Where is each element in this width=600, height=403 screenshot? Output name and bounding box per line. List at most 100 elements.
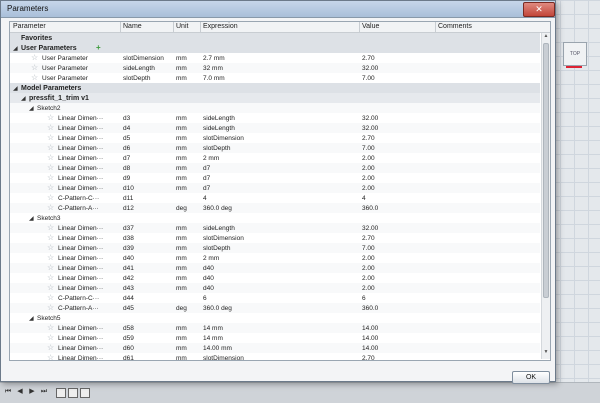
favorite-star-icon[interactable]: ☆ xyxy=(47,303,54,313)
scroll-up-icon[interactable]: ▲ xyxy=(542,33,550,41)
expand-toggle-icon[interactable]: ◢ xyxy=(13,85,18,92)
favorite-star-icon[interactable]: ☆ xyxy=(47,113,54,123)
favorite-star-icon[interactable]: ☆ xyxy=(47,323,54,333)
expression-cell[interactable]: 7.0 mm xyxy=(203,75,225,82)
column-header-unit[interactable]: Unit xyxy=(176,23,188,30)
table-row[interactable]: ☆ Linear Dimen··· d10 mm d7 2.00 xyxy=(10,183,540,193)
column-divider[interactable] xyxy=(173,22,174,32)
table-row[interactable]: ☆ Linear Dimen··· d4 mm sideLength 32.00 xyxy=(10,123,540,133)
table-row[interactable]: ☆ Linear Dimen··· d9 mm d7 2.00 xyxy=(10,173,540,183)
timeline-last-icon[interactable]: ⏭ xyxy=(40,388,48,396)
column-header-name[interactable]: Name xyxy=(123,23,142,30)
expression-cell[interactable]: d40 xyxy=(203,275,214,282)
table-row[interactable]: ☆ Linear Dimen··· d58 mm 14 mm 14.00 xyxy=(10,323,540,333)
favorite-star-icon[interactable]: ☆ xyxy=(47,153,54,163)
table-row[interactable]: ☆ User Parameter slotDepth mm 7.0 mm 7.00 xyxy=(10,73,540,83)
timeline-prev-icon[interactable]: ◀ xyxy=(16,388,24,396)
favorite-star-icon[interactable]: ☆ xyxy=(31,53,38,63)
expand-toggle-icon[interactable]: ◢ xyxy=(29,105,34,112)
section-row[interactable]: ◢ Model Parameters xyxy=(10,83,540,93)
expand-toggle-icon[interactable]: ◢ xyxy=(13,45,18,52)
table-row[interactable]: ☆ Linear Dimen··· d7 mm 2 mm 2.00 xyxy=(10,153,540,163)
expression-cell[interactable]: 14 mm xyxy=(203,335,223,342)
favorite-star-icon[interactable]: ☆ xyxy=(47,193,54,203)
timeline-play-icon[interactable]: ▶ xyxy=(28,388,36,396)
expression-cell[interactable]: 360.0 deg xyxy=(203,305,232,312)
table-row[interactable]: ☆ User Parameter slotDimension mm 2.7 mm 2.70 xyxy=(10,53,540,63)
column-header-parameter[interactable]: Parameter xyxy=(13,23,46,30)
favorite-star-icon[interactable]: ☆ xyxy=(47,253,54,263)
table-row[interactable]: ☆ Linear Dimen··· d5 mm slotDimension 2.70 xyxy=(10,133,540,143)
table-row[interactable]: ☆ C-Pattern-A··· d45 deg 360.0 deg 360.0 xyxy=(10,303,540,313)
table-row[interactable]: ☆ Linear Dimen··· d60 mm 14.00 mm 14.00 xyxy=(10,343,540,353)
scroll-down-icon[interactable]: ▼ xyxy=(542,349,550,357)
column-header-value[interactable]: Value xyxy=(362,23,379,30)
expression-cell[interactable]: 32 mm xyxy=(203,65,223,72)
favorite-star-icon[interactable]: ☆ xyxy=(47,163,54,173)
favorite-star-icon[interactable]: ☆ xyxy=(47,203,54,213)
table-row[interactable]: ☆ Linear Dimen··· d42 mm d40 2.00 xyxy=(10,273,540,283)
expression-cell[interactable]: slotDepth xyxy=(203,245,230,252)
table-row[interactable]: ☆ Linear Dimen··· d43 mm d40 2.00 xyxy=(10,283,540,293)
favorite-star-icon[interactable]: ☆ xyxy=(47,143,54,153)
favorite-star-icon[interactable]: ☆ xyxy=(47,183,54,193)
expression-cell[interactable]: 6 xyxy=(203,295,207,302)
expression-cell[interactable]: d7 xyxy=(203,185,210,192)
expression-cell[interactable]: sideLength xyxy=(203,115,235,122)
expression-cell[interactable]: d7 xyxy=(203,175,210,182)
column-divider[interactable] xyxy=(359,22,360,32)
timeline-feature-icon[interactable] xyxy=(80,388,90,398)
favorite-star-icon[interactable]: ☆ xyxy=(47,263,54,273)
column-divider[interactable] xyxy=(120,22,121,32)
table-row[interactable]: ☆ Linear Dimen··· d6 mm slotDepth 7.00 xyxy=(10,143,540,153)
favorite-star-icon[interactable]: ☆ xyxy=(47,273,54,283)
table-row[interactable]: ☆ Linear Dimen··· d40 mm 2 mm 2.00 xyxy=(10,253,540,263)
table-row[interactable]: ☆ Linear Dimen··· d8 mm d7 2.00 xyxy=(10,163,540,173)
column-divider[interactable] xyxy=(435,22,436,32)
expression-cell[interactable]: d7 xyxy=(203,165,210,172)
favorite-star-icon[interactable]: ☆ xyxy=(47,133,54,143)
subsection-row[interactable]: ◢ pressfit_1_trim v1 xyxy=(10,93,540,103)
title-bar[interactable]: Parameters ✕ xyxy=(1,1,555,18)
expression-cell[interactable]: slotDepth xyxy=(203,145,230,152)
expression-cell[interactable]: 14.00 mm xyxy=(203,345,232,352)
favorite-star-icon[interactable]: ☆ xyxy=(47,173,54,183)
favorite-star-icon[interactable]: ☆ xyxy=(47,343,54,353)
timeline-feature-icon[interactable] xyxy=(56,388,66,398)
table-row[interactable]: ☆ Linear Dimen··· d59 mm 14 mm 14.00 xyxy=(10,333,540,343)
ok-button[interactable]: OK xyxy=(512,371,550,384)
expression-cell[interactable]: 4 xyxy=(203,195,207,202)
favorite-star-icon[interactable]: ☆ xyxy=(47,223,54,233)
table-row[interactable]: ☆ Linear Dimen··· d37 mm sideLength 32.00 xyxy=(10,223,540,233)
table-row[interactable]: ☆ Linear Dimen··· d3 mm sideLength 32.00 xyxy=(10,113,540,123)
table-row[interactable]: ☆ User Parameter sideLength mm 32 mm 32.00 xyxy=(10,63,540,73)
favorite-star-icon[interactable]: ☆ xyxy=(47,333,54,343)
expand-toggle-icon[interactable]: ◢ xyxy=(29,315,34,322)
favorite-star-icon[interactable]: ☆ xyxy=(31,63,38,73)
close-button[interactable]: ✕ xyxy=(523,2,555,17)
expression-cell[interactable]: slotDimension xyxy=(203,135,244,142)
group-row[interactable]: ◢ Sketch2 xyxy=(10,103,540,113)
table-row[interactable]: ☆ Linear Dimen··· d38 mm slotDimension 2.70 xyxy=(10,233,540,243)
section-row[interactable]: ◢ User Parameters + xyxy=(10,43,540,53)
table-row[interactable]: ☆ Linear Dimen··· d61 mm slotDimension 2.70 xyxy=(10,353,540,361)
column-divider[interactable] xyxy=(200,22,201,32)
column-header-expression[interactable]: Expression xyxy=(203,23,238,30)
expression-cell[interactable]: 2 mm xyxy=(203,155,219,162)
favorite-star-icon[interactable]: ☆ xyxy=(47,233,54,243)
expression-cell[interactable]: slotDimension xyxy=(203,235,244,242)
expand-toggle-icon[interactable]: ◢ xyxy=(29,215,34,222)
expression-cell[interactable]: slotDimension xyxy=(203,355,244,361)
timeline-first-icon[interactable]: ⏮ xyxy=(4,388,12,396)
expression-cell[interactable]: d40 xyxy=(203,285,214,292)
vertical-scrollbar[interactable]: ▲ ▼ xyxy=(541,33,550,359)
expression-cell[interactable]: d40 xyxy=(203,265,214,272)
table-row[interactable]: ☆ C-Pattern-A··· d12 deg 360.0 deg 360.0 xyxy=(10,203,540,213)
favorite-star-icon[interactable]: ☆ xyxy=(31,73,38,83)
expression-cell[interactable]: sideLength xyxy=(203,125,235,132)
column-header-comments[interactable]: Comments xyxy=(438,23,472,30)
add-parameter-icon[interactable]: + xyxy=(96,43,101,53)
table-row[interactable]: ☆ C-Pattern-C··· d44 6 6 xyxy=(10,293,540,303)
group-row[interactable]: ◢ Sketch5 xyxy=(10,313,540,323)
favorite-star-icon[interactable]: ☆ xyxy=(47,353,54,360)
